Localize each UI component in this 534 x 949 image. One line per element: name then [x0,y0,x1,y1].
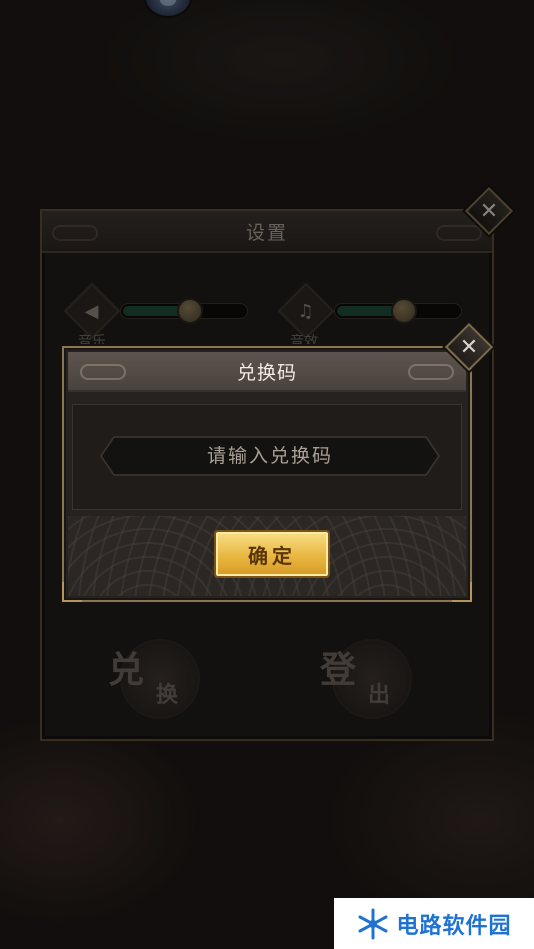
confirm-button[interactable]: 确定 [214,530,330,578]
redeem-code-input[interactable] [124,440,416,472]
watermark: 电路软件园 [334,898,534,949]
close-icon: ✕ [459,334,479,360]
redeem-title: 兑换码 [236,361,297,384]
redeem-header: 兑换码 [68,352,466,392]
redeem-footer: 确定 [68,516,466,596]
watermark-text: 电路软件园 [396,913,512,939]
watermark-logo-icon [358,908,388,939]
redeem-code-dialog: 兑换码 确定 [62,346,472,602]
corner-ornament-icon [62,582,82,602]
redeem-code-field[interactable] [100,436,440,476]
cloud-ornament-icon [408,364,454,380]
cloud-ornament-icon [80,364,126,380]
corner-ornament-icon [452,582,472,602]
